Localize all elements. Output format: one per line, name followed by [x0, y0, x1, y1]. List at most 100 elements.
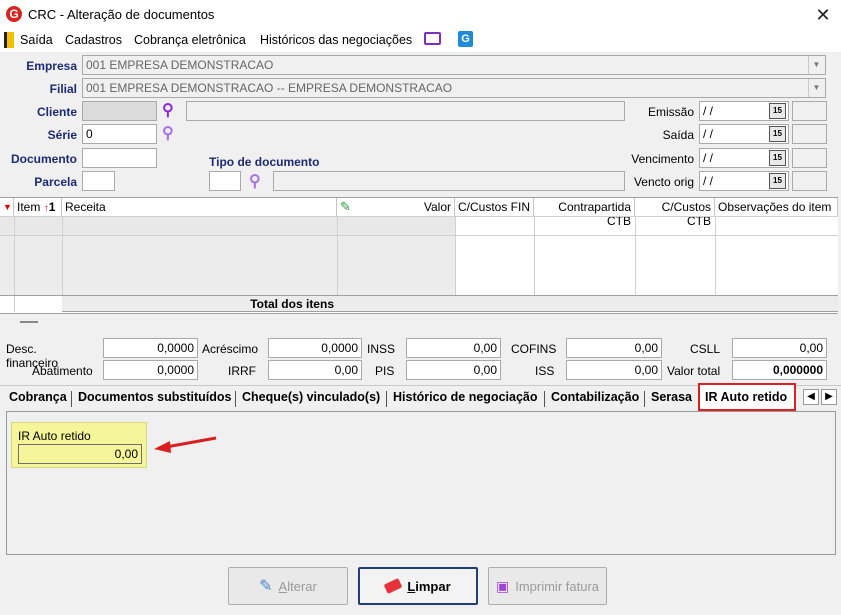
emissao-label: Emissão [647, 105, 694, 119]
total-itens-label: Total dos itens [250, 297, 334, 311]
cofins-label: COFINS [511, 342, 557, 356]
g-app-icon[interactable]: G [458, 31, 473, 47]
tab-documentos-substituidos[interactable]: Documentos substituídos [78, 390, 231, 404]
menu-saida[interactable]: Saída [20, 33, 53, 47]
tab-cobranca[interactable]: Cobrança [9, 390, 67, 404]
column-header-ccustos-ctb[interactable]: C/Custos CTB [635, 198, 715, 228]
grid-divider [715, 217, 716, 295]
desc-financeiro-input[interactable]: 0,0000 [103, 338, 198, 358]
iss-label: ISS [535, 364, 555, 378]
grid-divider [455, 217, 456, 295]
red-arrow-annotation [154, 436, 217, 453]
grid-divider [534, 217, 535, 295]
cliente-label: Cliente [36, 105, 77, 119]
menu-cadastros[interactable]: Cadastros [65, 33, 122, 47]
chevron-left-icon[interactable]: ◀ [803, 389, 819, 405]
search-icon[interactable]: ⚲ [162, 123, 174, 143]
ir-auto-retido-input[interactable]: 0,00 [18, 444, 142, 464]
documento-label: Documento [11, 152, 77, 166]
chevron-down-icon[interactable]: ▼ [808, 56, 824, 74]
pis-label: PIS [375, 364, 395, 378]
exit-icon[interactable] [4, 32, 14, 48]
valor-total-field: 0,000000 [732, 360, 827, 380]
filial-select[interactable]: 001 EMPRESA DEMONSTRACAO -- EMPRESA DEMO… [82, 78, 826, 98]
grid-divider [62, 236, 63, 295]
pis-input[interactable]: 0,00 [406, 360, 501, 380]
csll-label: CSLL [690, 342, 721, 356]
parcela-label: Parcela [34, 175, 77, 189]
calendar-icon[interactable]: 15 [769, 103, 786, 119]
sort-order: 1 [48, 200, 56, 214]
app-logo-icon: G [6, 6, 22, 22]
monitor-icon[interactable] [424, 32, 441, 45]
valor-total-label: Valor total [667, 364, 721, 378]
tipo-documento-label: Tipo de documento [209, 155, 320, 169]
parcela-input[interactable] [82, 171, 115, 191]
alterar-button[interactable]: ✎ Alterar [228, 567, 348, 605]
grid-empty-area [0, 236, 455, 295]
column-header-receita[interactable]: Receita [62, 198, 337, 216]
printer-icon: ▣ [495, 577, 510, 594]
menu-bar [0, 30, 841, 52]
chevron-right-icon[interactable]: ▶ [821, 389, 837, 405]
abatimento-label: Abatimento [32, 364, 93, 378]
search-icon[interactable]: ⚲ [162, 100, 174, 120]
tab-historico-negociacao[interactable]: Histórico de negociação [393, 390, 537, 404]
csll-input[interactable]: 0,00 [732, 338, 827, 358]
calendar-icon[interactable]: 15 [769, 173, 786, 189]
tipo-documento-name [273, 171, 625, 191]
tab-separator [644, 391, 645, 407]
grid-divider [337, 236, 338, 295]
imprimir-fatura-button[interactable]: ▣ Imprimir fatura [488, 567, 607, 605]
filial-label: Filial [49, 82, 77, 96]
empresa-select[interactable]: 001 EMPRESA DEMONSTRACAO [82, 55, 826, 75]
irrf-input[interactable]: 0,00 [268, 360, 362, 380]
saida-label: Saída [662, 128, 694, 142]
tab-cheques-vinculados[interactable]: Cheque(s) vinculado(s) [242, 390, 380, 404]
calendar-icon[interactable]: 15 [769, 150, 786, 166]
cofins-input[interactable]: 0,00 [566, 338, 662, 358]
table-row[interactable] [0, 217, 455, 235]
column-header-valor[interactable]: ✎ Valor [337, 198, 455, 216]
tab-serasa[interactable]: Serasa [651, 390, 692, 404]
abatimento-input[interactable]: 0,0000 [103, 360, 198, 380]
search-icon[interactable]: ⚲ [249, 171, 261, 191]
vencto-orig-extra [792, 171, 827, 191]
cliente-input[interactable] [82, 101, 157, 121]
inss-input[interactable]: 0,00 [406, 338, 501, 358]
tab-contabilizacao[interactable]: Contabilização [551, 390, 639, 404]
vencto-orig-label: Vencto orig [633, 175, 694, 189]
iss-input[interactable]: 0,00 [566, 360, 662, 380]
cliente-name-field [186, 101, 625, 121]
limpar-button[interactable]: Limpar [358, 567, 478, 605]
ir-auto-retido-label: IR Auto retido [18, 429, 91, 443]
chevron-down-icon[interactable]: ▼ [808, 79, 824, 97]
pencil-icon: ✎ [259, 578, 273, 595]
emissao-extra [792, 101, 827, 121]
serie-label: Série [47, 128, 77, 142]
vencimento-extra [792, 148, 827, 168]
scrollbar-thumb[interactable] [20, 321, 38, 323]
column-header-contrapartida[interactable]: Contrapartida CTB [534, 198, 635, 228]
tab-separator [71, 391, 72, 407]
irrf-label: IRRF [228, 364, 256, 378]
calendar-icon[interactable]: 15 [769, 126, 786, 142]
acrescimo-input[interactable]: 0,0000 [268, 338, 362, 358]
menu-cobranca-eletronica[interactable]: Cobrança eletrônica [134, 33, 246, 47]
close-icon[interactable]: ✕ [812, 4, 834, 26]
column-header-item[interactable]: Item ↑1 [14, 198, 62, 216]
tab-ir-auto-retido[interactable]: IR Auto retido [705, 390, 787, 404]
grid-divider [14, 236, 15, 295]
tab-separator [235, 391, 236, 407]
eraser-icon [383, 578, 403, 594]
column-header-ccustos-fin[interactable]: C/Custos FIN [455, 198, 534, 216]
column-header-observacoes[interactable]: Observações do item [715, 198, 838, 216]
menu-historicos[interactable]: Históricos das negociações [260, 33, 412, 47]
row-indicator-icon: ▼ [0, 198, 14, 216]
tipo-documento-input[interactable] [209, 171, 241, 191]
documento-input[interactable] [82, 148, 157, 168]
vencimento-label: Vencimento [631, 152, 694, 166]
tab-separator [386, 391, 387, 407]
empresa-label: Empresa [26, 59, 77, 73]
serie-input[interactable]: 0 [82, 124, 157, 144]
